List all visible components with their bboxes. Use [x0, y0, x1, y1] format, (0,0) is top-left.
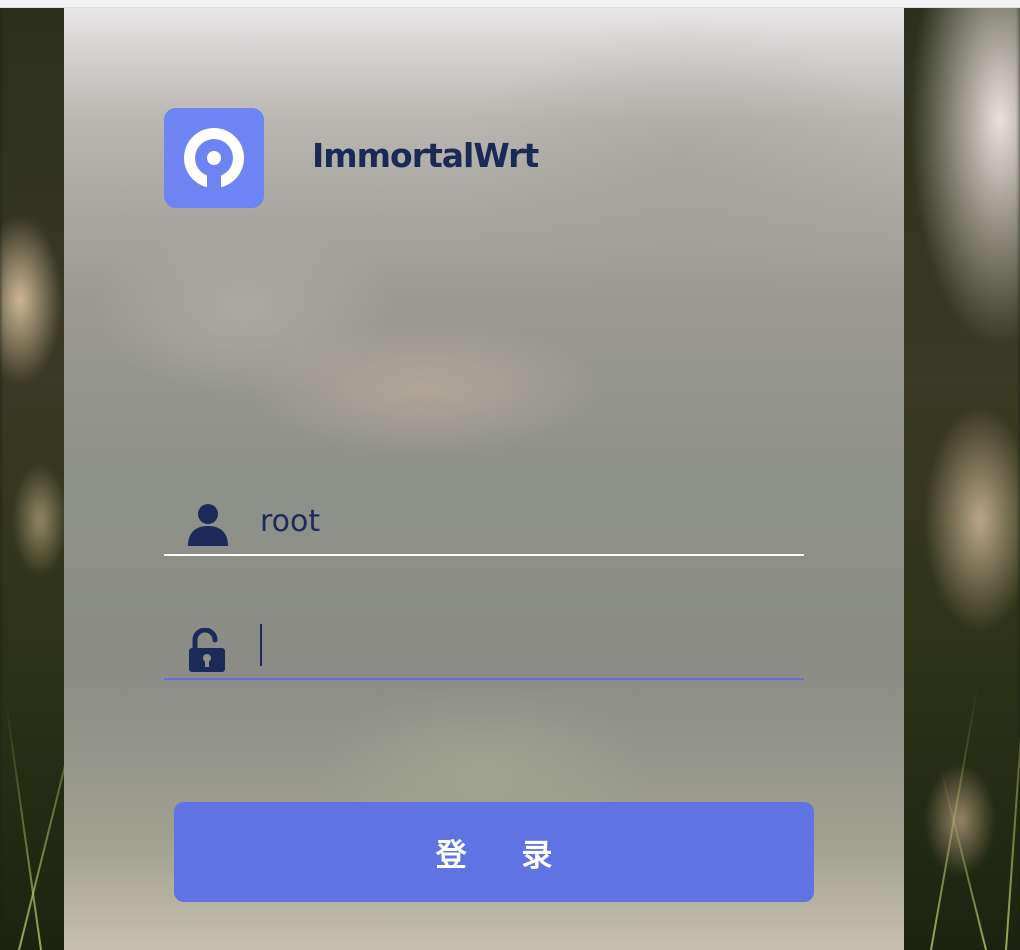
password-input[interactable]	[260, 618, 790, 672]
browser-top-edge	[0, 0, 1020, 8]
login-screen: ImmortalWrt 登 录	[0, 0, 1020, 950]
brand-name: ImmortalWrt	[312, 136, 539, 175]
unlock-icon	[189, 628, 225, 672]
password-field[interactable]	[164, 618, 804, 680]
login-panel: ImmortalWrt 登 录	[64, 8, 904, 950]
immortalwrt-logo-icon	[164, 108, 264, 208]
username-input[interactable]	[260, 494, 790, 548]
text-cursor	[260, 624, 262, 666]
login-button[interactable]: 登 录	[174, 802, 814, 902]
user-icon	[188, 504, 228, 546]
username-field[interactable]	[164, 494, 804, 556]
